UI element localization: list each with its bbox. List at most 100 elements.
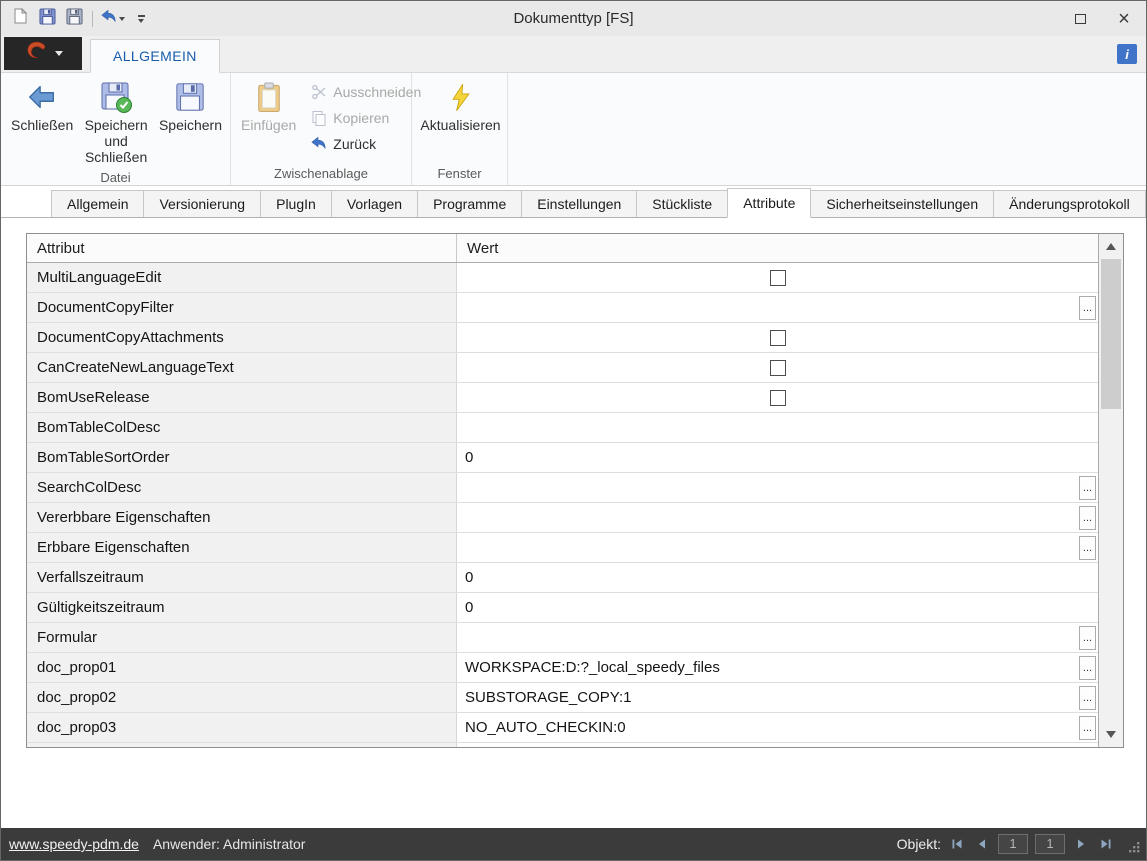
aktualisieren-button[interactable]: Aktualisieren (416, 77, 504, 136)
new-document-icon (12, 8, 28, 29)
ellipsis-button[interactable]: ... (1079, 656, 1096, 680)
speichern-button[interactable]: Speichern (155, 77, 226, 136)
ellipsis-button[interactable]: ... (1079, 626, 1096, 650)
ellipsis-button[interactable]: ... (1079, 296, 1096, 320)
attribute-name-cell[interactable]: Vererbbare Eigenschaften (27, 503, 457, 532)
column-header-attribut[interactable]: Attribut (27, 234, 457, 262)
info-button[interactable]: i (1117, 44, 1137, 64)
new-document-button[interactable] (9, 8, 31, 30)
grid-body: MultiLanguageEditDocumentCopyFilter... Do… (27, 263, 1098, 747)
zurueck-button[interactable]: Zurück (310, 135, 421, 152)
value-checkbox[interactable] (770, 360, 786, 376)
attribute-value-cell[interactable]: SUBSTORAGE_COPY:1... (457, 683, 1098, 712)
scrollbar-track[interactable] (1099, 259, 1123, 722)
tab-änderungsprotokoll[interactable]: Änderungsprotokoll (993, 190, 1146, 217)
attribute-name-cell[interactable]: BomTableSortOrder (27, 443, 457, 472)
ellipsis-button[interactable]: ... (1079, 686, 1096, 710)
attribute-name-cell[interactable]: DocumentCopyAttachments (27, 323, 457, 352)
tab-sicherheitseinstellungen[interactable]: Sicherheitseinstellungen (810, 190, 994, 217)
tab-programme[interactable]: Programme (417, 190, 522, 217)
scrollbar-thumb[interactable] (1101, 259, 1121, 409)
attribute-name-cell[interactable]: BomUseRelease (27, 383, 457, 412)
tab-vorlagen[interactable]: Vorlagen (331, 190, 418, 217)
schliessen-button[interactable]: Schließen (7, 77, 77, 136)
kopieren-button[interactable]: Kopieren (310, 109, 421, 126)
value-checkbox[interactable] (770, 330, 786, 346)
group-label-datei: Datei (1, 168, 230, 187)
attribute-name-cell[interactable]: Formular (27, 623, 457, 652)
nav-first-button[interactable] (948, 835, 966, 853)
title-bar: Dokumenttyp [FS] × (1, 1, 1146, 36)
table-row: Formular... (27, 623, 1098, 653)
attribute-value-cell[interactable]: ... (457, 473, 1098, 502)
attribute-value-cell[interactable] (457, 263, 1098, 292)
attribute-name-cell[interactable]: SearchColDesc (27, 473, 457, 502)
customize-toolbar-button[interactable] (130, 8, 152, 30)
nav-previous-button[interactable] (973, 835, 991, 853)
attribute-value-cell[interactable]: ... (457, 533, 1098, 562)
attribute-value-cell[interactable] (457, 323, 1098, 352)
attribute-name-cell[interactable]: BomTableColDesc (27, 413, 457, 442)
scroll-down-button[interactable] (1099, 722, 1123, 747)
object-number-field-2[interactable]: 1 (1035, 834, 1065, 854)
application-menu-button[interactable] (4, 37, 82, 70)
maximize-button[interactable] (1058, 2, 1102, 36)
resize-grip[interactable] (1128, 840, 1142, 854)
undo-dropdown-arrow-icon[interactable] (119, 17, 125, 21)
attribute-name-cell[interactable]: Gültigkeitszeitraum (27, 593, 457, 622)
scissors-icon (310, 83, 327, 100)
value-checkbox[interactable] (770, 270, 786, 286)
nav-next-button[interactable] (1072, 835, 1090, 853)
attribute-value-cell[interactable]: ... (457, 293, 1098, 322)
nav-last-button[interactable] (1097, 835, 1115, 853)
ellipsis-button[interactable]: ... (1079, 476, 1096, 500)
attribute-name-cell[interactable]: Erbbare Eigenschaften (27, 533, 457, 562)
vertical-scrollbar[interactable] (1098, 234, 1123, 747)
attribute-name-cell[interactable]: MultiLanguageEdit (27, 263, 457, 292)
column-header-wert[interactable]: Wert (457, 234, 1098, 262)
save-button[interactable] (36, 8, 58, 30)
undo-button[interactable] (100, 8, 125, 30)
table-row: CanCreateNewLanguageText (27, 353, 1098, 383)
ellipsis-button[interactable]: ... (1079, 716, 1096, 740)
attribute-value-cell[interactable] (457, 383, 1098, 412)
scroll-up-button[interactable] (1099, 234, 1123, 259)
tab-versionierung[interactable]: Versionierung (143, 190, 261, 217)
ellipsis-button[interactable]: ... (1079, 506, 1096, 530)
attribute-value-cell[interactable]: 0 (457, 593, 1098, 622)
attribute-value-cell[interactable]: 0 (457, 443, 1098, 472)
tab-einstellungen[interactable]: Einstellungen (521, 190, 637, 217)
tab-attribute[interactable]: Attribute (727, 188, 811, 218)
ausschneiden-button[interactable]: Ausschneiden (310, 83, 421, 100)
attribute-value-cell[interactable]: NO_AUTO_CHECKIN:0... (457, 713, 1098, 742)
einfuegen-button[interactable]: Einfügen (237, 77, 300, 136)
ellipsis-button[interactable]: ... (1079, 536, 1096, 560)
app-menu-dropdown-icon (55, 51, 63, 56)
attribute-name-cell[interactable]: doc_prop03 (27, 713, 457, 742)
maximize-icon (1075, 14, 1086, 24)
attribute-value-cell[interactable]: ... (457, 503, 1098, 532)
attribute-name-cell[interactable]: doc_prop01 (27, 653, 457, 682)
attribute-name-cell[interactable]: DocumentCopyFilter (27, 293, 457, 322)
attribute-name-cell[interactable]: doc_prop02 (27, 683, 457, 712)
main-panel: Attribut Wert MultiLanguageEditDocumentC… (1, 218, 1146, 828)
object-number-field-1[interactable]: 1 (998, 834, 1028, 854)
ribbon-group-datei: Schließen Speichern und Schließen Speich… (1, 73, 231, 185)
arrow-up-icon (1106, 243, 1116, 250)
attribute-value-cell[interactable] (457, 413, 1098, 442)
tab-stückliste[interactable]: Stückliste (636, 190, 728, 217)
ribbon-tab-allgemein[interactable]: ALLGEMEIN (90, 39, 220, 73)
attribute-value-cell[interactable]: 0 (457, 563, 1098, 592)
attribute-value-cell[interactable]: WORKSPACE:D:?_local_speedy_files... (457, 653, 1098, 682)
speichern-und-schliessen-button[interactable]: Speichern und Schließen (77, 77, 155, 168)
attribute-name-cell[interactable]: Verfallszeitraum (27, 563, 457, 592)
attribute-name-cell[interactable]: CanCreateNewLanguageText (27, 353, 457, 382)
tab-allgemein[interactable]: Allgemein (51, 190, 144, 217)
attribute-value-cell[interactable]: ... (457, 623, 1098, 652)
attribute-value-cell[interactable] (457, 353, 1098, 382)
save-as-button[interactable] (63, 8, 85, 30)
website-link[interactable]: www.speedy-pdm.de (9, 836, 139, 852)
value-checkbox[interactable] (770, 390, 786, 406)
close-button[interactable]: × (1102, 2, 1146, 36)
tab-plugin[interactable]: PlugIn (260, 190, 332, 217)
